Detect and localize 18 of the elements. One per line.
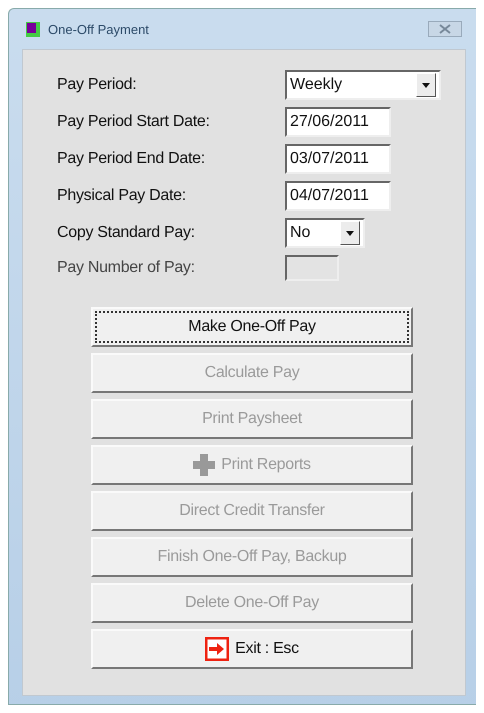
window-title: One-Off Payment (48, 22, 150, 36)
plus-icon (193, 454, 216, 476)
app-icon (26, 22, 40, 36)
dropdown[interactable]: Weekly (285, 70, 441, 100)
dropdown[interactable]: No (285, 218, 365, 248)
field-label: Pay Period End Date: (57, 150, 206, 168)
close-icon (438, 24, 452, 34)
input-field[interactable]: 27/06/2011 (285, 107, 391, 137)
field-label: Copy Standard Pay: (57, 224, 196, 242)
input-field[interactable]: 03/07/2011 (285, 144, 391, 174)
action-button[interactable]: Exit : Esc (91, 629, 413, 669)
field-label: Pay Number of Pay: (57, 259, 196, 277)
action-button[interactable]: Make One-Off Pay (91, 307, 413, 347)
field-label: Physical Pay Date: (57, 187, 187, 205)
field-label: Pay Period: (57, 76, 138, 94)
input-field[interactable]: 04/07/2011 (285, 181, 391, 211)
field-label: Pay Period Start Date: (57, 113, 211, 131)
exit-icon (205, 637, 230, 661)
